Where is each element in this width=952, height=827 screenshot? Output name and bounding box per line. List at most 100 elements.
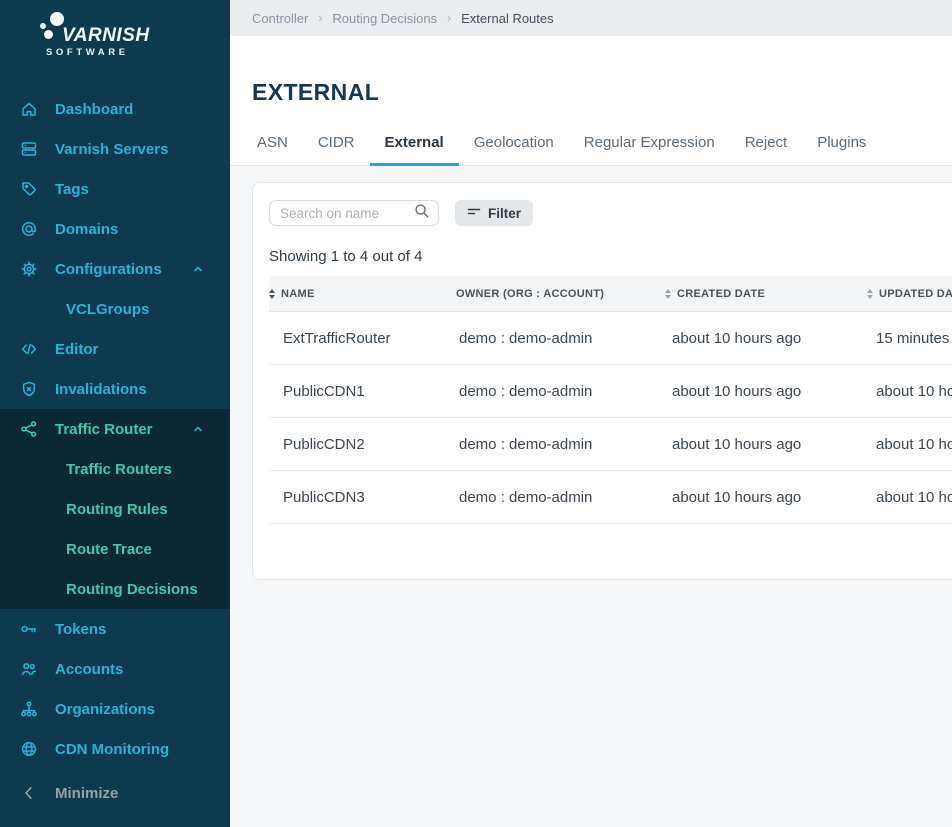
cell-name: PublicCDN2 — [269, 436, 441, 453]
cell-updated-date: about 10 hours ago — [851, 383, 952, 400]
sidebar-item-traffic-router[interactable]: Traffic Router — [0, 409, 230, 449]
page-title: EXTERNAL — [252, 80, 952, 104]
table-row[interactable]: PublicCDN1 demo : demo-admin about 10 ho… — [269, 365, 952, 418]
gear-icon — [19, 259, 39, 279]
table-row[interactable]: PublicCDN2 demo : demo-admin about 10 ho… — [269, 418, 952, 471]
sidebar-item-configurations[interactable]: Configurations — [0, 249, 230, 289]
sidebar-item-varnish-servers[interactable]: Varnish Servers — [0, 129, 230, 169]
sidebar-item-accounts[interactable]: Accounts — [0, 649, 230, 689]
tab-plugins[interactable]: Plugins — [802, 134, 881, 165]
cell-owner: demo : demo-admin — [441, 330, 649, 347]
filter-button-label: Filter — [488, 206, 521, 221]
tab-regular-expression[interactable]: Regular Expression — [569, 134, 730, 165]
sidebar-item-label: Domains — [55, 221, 118, 238]
cell-owner: demo : demo-admin — [441, 436, 649, 453]
cell-updated-date: about 10 hours ago — [851, 489, 952, 506]
sidebar-item-dashboard[interactable]: Dashboard — [0, 89, 230, 129]
sidebar-item-label: Accounts — [55, 661, 123, 678]
sidebar-subitem-label: VCLGroups — [66, 301, 149, 318]
logo-title: VARNISH — [62, 25, 150, 47]
sidebar-item-label: Configurations — [55, 261, 162, 278]
logo-subtitle: SOFTWARE — [46, 47, 129, 58]
breadcrumb-separator-icon: › — [318, 11, 322, 25]
code-icon — [19, 339, 39, 359]
sidebar-item-route-trace[interactable]: Route Trace — [0, 529, 230, 569]
column-header-name[interactable]: NAME — [269, 288, 441, 300]
sidebar-item-traffic-routers[interactable]: Traffic Routers — [0, 449, 230, 489]
tab-external[interactable]: External — [370, 134, 459, 165]
sidebar-subitem-label: Routing Decisions — [66, 581, 198, 598]
sort-icon — [665, 289, 671, 299]
sidebar-item-invalidations[interactable]: Invalidations — [0, 369, 230, 409]
home-icon — [19, 99, 39, 119]
page-header: EXTERNAL ASN CIDR External Geolocation R… — [230, 36, 952, 166]
cell-name: PublicCDN1 — [269, 383, 441, 400]
sidebar-item-editor[interactable]: Editor — [0, 329, 230, 369]
cell-updated-date: 15 minutes ago — [851, 330, 952, 347]
routes-table: NAME OWNER (ORG : ACCOUNT) CREATED DATE … — [269, 276, 952, 524]
tab-cidr[interactable]: CIDR — [303, 134, 370, 165]
share-icon — [19, 419, 39, 439]
users-icon — [19, 659, 39, 679]
breadcrumb-item-controller[interactable]: Controller — [252, 11, 308, 26]
sidebar-item-vclgroups[interactable]: VCLGroups — [0, 289, 230, 329]
tab-reject[interactable]: Reject — [730, 134, 803, 165]
breadcrumb-item-routing-decisions[interactable]: Routing Decisions — [332, 11, 437, 26]
sidebar-item-routing-rules[interactable]: Routing Rules — [0, 489, 230, 529]
column-header-updated-date[interactable]: UPDATED DATE — [851, 288, 952, 300]
tab-asn[interactable]: ASN — [242, 134, 303, 165]
sort-icon — [867, 289, 873, 299]
sidebar-subitem-label: Traffic Routers — [66, 461, 172, 478]
sidebar-item-label: Invalidations — [55, 381, 147, 398]
cell-updated-date: about 10 hours ago — [851, 436, 952, 453]
sidebar-item-label: Tags — [55, 181, 89, 198]
sidebar-item-label: Organizations — [55, 701, 155, 718]
cell-created-date: about 10 hours ago — [649, 489, 851, 506]
sidebar-item-routing-decisions[interactable]: Routing Decisions — [0, 569, 230, 609]
cell-name: ExtTrafficRouter — [269, 330, 441, 347]
search-icon — [413, 202, 430, 224]
table-row[interactable]: PublicCDN3 demo : demo-admin about 10 ho… — [269, 471, 952, 524]
sidebar-nav: Dashboard Varnish Servers Tags Domains — [0, 89, 230, 813]
sidebar-minimize-button[interactable]: Minimize — [0, 773, 230, 813]
results-summary: Showing 1 to 4 out of 4 — [269, 248, 952, 266]
tab-geolocation[interactable]: Geolocation — [459, 134, 569, 165]
column-header-label: OWNER (ORG : ACCOUNT) — [456, 288, 604, 300]
sidebar-item-label: Traffic Router — [55, 421, 153, 438]
sidebar-item-label: Minimize — [55, 785, 118, 802]
sidebar: VARNISH SOFTWARE Dashboard Varnish Serve… — [0, 0, 230, 827]
table-toolbar: Filter — [269, 200, 952, 226]
filter-icon — [467, 206, 481, 221]
column-header-label: UPDATED DATE — [879, 288, 952, 300]
cell-owner: demo : demo-admin — [441, 489, 649, 506]
cell-owner: demo : demo-admin — [441, 383, 649, 400]
sidebar-item-organizations[interactable]: Organizations — [0, 689, 230, 729]
sidebar-item-label: Varnish Servers — [55, 141, 168, 158]
filter-button[interactable]: Filter — [455, 200, 533, 226]
sitemap-icon — [19, 699, 39, 719]
sort-icon — [269, 289, 275, 299]
sidebar-item-cdn-monitoring[interactable]: CDN Monitoring — [0, 729, 230, 769]
sidebar-item-tokens[interactable]: Tokens — [0, 609, 230, 649]
logo-dot — [44, 30, 53, 39]
main-area: Controller › Routing Decisions › Externa… — [230, 0, 952, 827]
sidebar-subitem-label: Routing Rules — [66, 501, 168, 518]
cell-created-date: about 10 hours ago — [649, 330, 851, 347]
sidebar-item-domains[interactable]: Domains — [0, 209, 230, 249]
sidebar-item-label: Editor — [55, 341, 98, 358]
varnish-software-logo: VARNISH SOFTWARE — [0, 0, 230, 62]
column-header-created-date[interactable]: CREATED DATE — [649, 288, 851, 300]
cell-created-date: about 10 hours ago — [649, 383, 851, 400]
app-window: VARNISH SOFTWARE Dashboard Varnish Serve… — [0, 0, 952, 827]
breadcrumb: Controller › Routing Decisions › Externa… — [230, 0, 952, 36]
logo-dot — [40, 23, 46, 29]
sidebar-item-tags[interactable]: Tags — [0, 169, 230, 209]
table-row[interactable]: ExtTrafficRouter demo : demo-admin about… — [269, 312, 952, 365]
table-header-row: NAME OWNER (ORG : ACCOUNT) CREATED DATE … — [269, 276, 952, 312]
routes-card: Filter Showing 1 to 4 out of 4 NAME OWNE… — [252, 182, 952, 580]
search-input[interactable] — [280, 206, 413, 221]
key-icon — [19, 619, 39, 639]
breadcrumb-item-external-routes: External Routes — [461, 11, 554, 26]
column-header-owner: OWNER (ORG : ACCOUNT) — [441, 288, 649, 300]
chevron-up-icon — [192, 263, 204, 275]
